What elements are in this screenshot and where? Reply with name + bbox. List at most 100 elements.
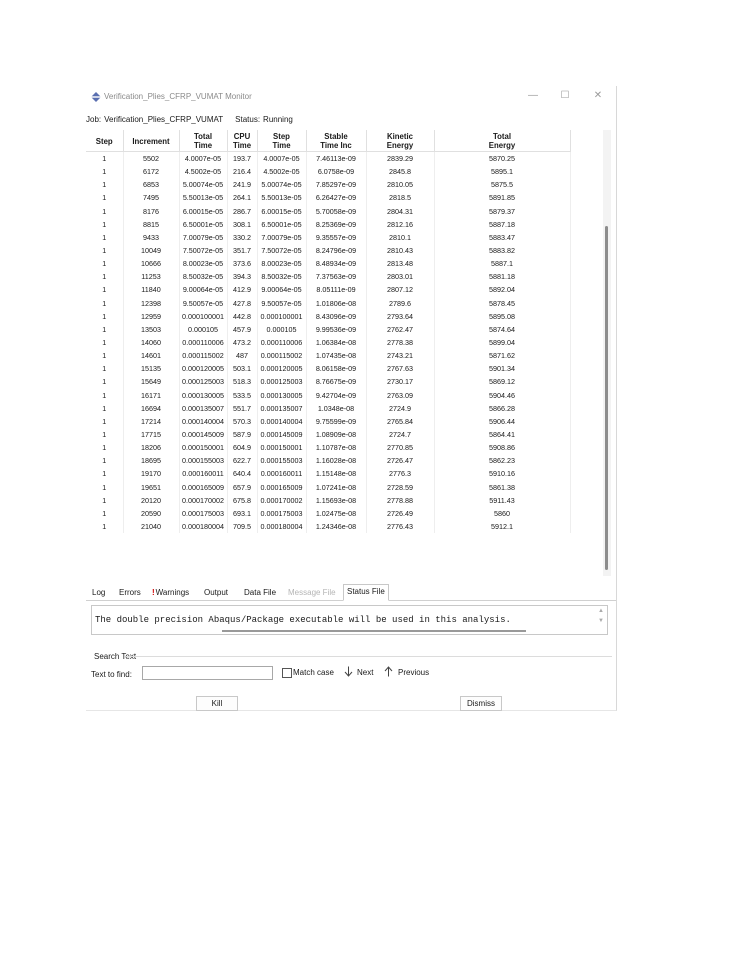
cell-step-time: 7.00079e-05 — [257, 230, 307, 244]
col-header-kinetic-energy[interactable]: Kinetic Energy — [366, 130, 435, 152]
table-row[interactable]: 1 19651 0.000165009 657.9 0.000165009 1.07241… — [86, 480, 571, 494]
table-row[interactable]: 1 17214 0.000140004 570.3 0.000140004 9.75599… — [86, 414, 571, 428]
table-row[interactable]: 1 6172 4.5002e-05 216.4 4.5002e-05 6.0758e-09… — [86, 165, 571, 179]
cell-cpu-time: 394.3 — [227, 270, 258, 284]
table-row[interactable]: 1 14060 0.000110006 473.2 0.000110006 1.06384… — [86, 335, 571, 350]
cell-increment: 7495 — [123, 191, 180, 205]
table-row[interactable]: 1 18695 0.000155003 622.7 0.000155003 1.16028… — [86, 454, 571, 468]
table-row[interactable]: 1 16694 0.000135007 551.7 0.000135007 1.0348e… — [86, 401, 571, 415]
text-to-find-input[interactable] — [142, 666, 273, 680]
tab-log[interactable]: Log — [89, 586, 108, 600]
cell-total-energy: 5878.45 — [434, 296, 571, 310]
minimize-button[interactable]: — — [526, 89, 540, 103]
col-header-total-energy[interactable]: Total Energy — [434, 130, 571, 152]
col-header-total-time[interactable]: Total Time — [179, 130, 228, 152]
table-row[interactable]: 1 8815 6.50001e-05 308.1 6.50001e-05 8.25369e… — [86, 217, 571, 231]
match-case-checkbox[interactable] — [282, 668, 292, 678]
table-row[interactable]: 1 8176 6.00015e-05 286.7 6.00015e-05 5.70058e… — [86, 204, 571, 218]
cell-increment: 12959 — [123, 309, 180, 323]
cell-increment: 16171 — [123, 388, 180, 402]
tab-status-file[interactable]: Status File — [343, 584, 389, 601]
status-file-text-area[interactable]: The double precision Abaqus/Package exec… — [91, 605, 608, 635]
cell-cpu-time: 241.9 — [227, 178, 258, 192]
cell-total-time: 0.000125003 — [179, 375, 228, 389]
cell-stable-time-inc: 8.25369e-09 — [306, 217, 367, 231]
table-row[interactable]: 1 18206 0.000150001 604.9 0.000150001 1.10787… — [86, 441, 571, 455]
table-row[interactable]: 1 15649 0.000125003 518.3 0.000125003 8.76675… — [86, 375, 571, 389]
close-button[interactable]: ✕ — [591, 89, 605, 103]
cell-step-time: 4.0007e-05 — [257, 151, 307, 166]
table-row[interactable]: 1 12959 0.000100001 442.8 0.000100001 8.43096… — [86, 309, 571, 323]
table-row[interactable]: 1 20590 0.000175003 693.1 0.000175003 1.02475… — [86, 506, 571, 520]
cell-kinetic-energy: 2762.47 — [366, 322, 435, 336]
cell-cpu-time: 709.5 — [227, 519, 258, 534]
scroll-up-icon[interactable]: ▲ — [597, 607, 605, 615]
table-row[interactable]: 1 7495 5.50013e-05 264.1 5.50013e-05 6.26427e… — [86, 191, 571, 205]
col-header-stable-time-inc[interactable]: Stable Time Inc — [306, 130, 367, 152]
job-name: Verification_Plies_CFRP_VUMAT — [104, 115, 224, 124]
scroll-down-icon[interactable]: ▼ — [597, 617, 605, 625]
cell-kinetic-energy: 2807.12 — [366, 283, 435, 297]
table-row[interactable]: 1 15135 0.000120005 503.1 0.000120005 8.06158… — [86, 362, 571, 376]
maximize-button[interactable]: ☐ — [558, 89, 572, 103]
cell-step-time: 5.00074e-05 — [257, 178, 307, 192]
tab-output[interactable]: Output — [201, 586, 231, 600]
cell-stable-time-inc: 1.16028e-08 — [306, 454, 367, 468]
table-row[interactable]: 1 16171 0.000130005 533.5 0.000130005 9.42704… — [86, 388, 571, 402]
table-row[interactable]: 1 13503 0.000105 457.9 0.000105 9.99536e-09 27… — [86, 322, 571, 336]
next-button[interactable]: Next — [357, 668, 373, 677]
col-header-step-time[interactable]: Step Time — [257, 130, 307, 152]
cell-step-time: 0.000145009 — [257, 427, 307, 442]
cell-stable-time-inc: 1.02475e-08 — [306, 506, 367, 520]
table-row[interactable]: 1 11840 9.00064e-05 412.9 9.00064e-05 8.05111… — [86, 283, 571, 297]
table-row[interactable]: 1 20120 0.000170002 675.8 0.000170002 1.15693… — [86, 493, 571, 507]
kill-button[interactable]: Kill — [196, 696, 238, 711]
col-header-increment[interactable]: Increment — [123, 130, 180, 152]
cell-step-time: 0.000150001 — [257, 441, 307, 455]
table-row[interactable]: 1 12398 9.50057e-05 427.8 9.50057e-05 1.01806… — [86, 296, 571, 310]
table-row[interactable]: 1 21040 0.000180004 709.5 0.000180004 1.24346… — [86, 519, 571, 534]
arrow-up-icon[interactable] — [384, 666, 393, 677]
table-row[interactable]: 1 6853 5.00074e-05 241.9 5.00074e-05 7.85297e… — [86, 178, 571, 192]
cell-cpu-time: 308.1 — [227, 217, 258, 231]
cell-cpu-time: 675.8 — [227, 493, 258, 507]
table-row[interactable]: 1 9433 7.00079e-05 330.2 7.00079e-05 9.35557e… — [86, 230, 571, 244]
dismiss-button[interactable]: Dismiss — [460, 696, 502, 711]
cell-step: 1 — [86, 178, 124, 192]
cell-step: 1 — [86, 401, 124, 415]
status-horizontal-scrollbar[interactable] — [222, 630, 526, 632]
col-header-step[interactable]: Step — [86, 130, 124, 152]
table-row[interactable]: 1 14601 0.000115002 487 0.000115002 1.07435e-… — [86, 349, 571, 363]
cell-cpu-time: 216.4 — [227, 165, 258, 179]
cell-cpu-time: 622.7 — [227, 454, 258, 468]
cell-total-energy: 5908.86 — [434, 441, 571, 455]
table-row[interactable]: 1 10049 7.50072e-05 351.7 7.50072e-05 8.24796… — [86, 243, 571, 258]
abaqus-app-icon — [91, 92, 101, 102]
tab-data-file[interactable]: Data File — [241, 586, 279, 600]
cell-kinetic-energy: 2726.49 — [366, 506, 435, 520]
cell-cpu-time: 533.5 — [227, 388, 258, 402]
table-row[interactable]: 1 5502 4.0007e-05 193.7 4.0007e-05 7.46113e-0… — [86, 151, 571, 166]
cell-total-energy: 5891.85 — [434, 191, 571, 205]
cell-cpu-time: 640.4 — [227, 467, 258, 481]
previous-button[interactable]: Previous — [398, 668, 429, 677]
cell-step: 1 — [86, 191, 124, 205]
cell-increment: 18695 — [123, 454, 180, 468]
cell-cpu-time: 264.1 — [227, 191, 258, 205]
table-row[interactable]: 1 19170 0.000160011 640.4 0.000160011 1.15148… — [86, 467, 571, 481]
table-row[interactable]: 1 17715 0.000145009 587.9 0.000145009 1.08909… — [86, 427, 571, 442]
table-vertical-scrollbar[interactable] — [603, 130, 611, 576]
cell-cpu-time: 604.9 — [227, 441, 258, 455]
tab-warnings[interactable]: !Warnings — [149, 586, 192, 600]
cell-step: 1 — [86, 388, 124, 402]
cell-total-time: 0.000165009 — [179, 480, 228, 494]
table-row[interactable]: 1 11253 8.50032e-05 394.3 8.50032e-05 7.37563… — [86, 270, 571, 284]
cell-stable-time-inc: 1.08909e-08 — [306, 427, 367, 442]
cell-cpu-time: 442.8 — [227, 309, 258, 323]
scrollbar-thumb[interactable] — [605, 226, 608, 570]
table-row[interactable]: 1 10666 8.00023e-05 373.6 8.00023e-05 8.48934… — [86, 257, 571, 271]
arrow-down-icon[interactable] — [344, 666, 353, 677]
col-header-cpu-time[interactable]: CPU Time — [227, 130, 258, 152]
tab-errors[interactable]: Errors — [116, 586, 144, 600]
cell-cpu-time: 412.9 — [227, 283, 258, 297]
